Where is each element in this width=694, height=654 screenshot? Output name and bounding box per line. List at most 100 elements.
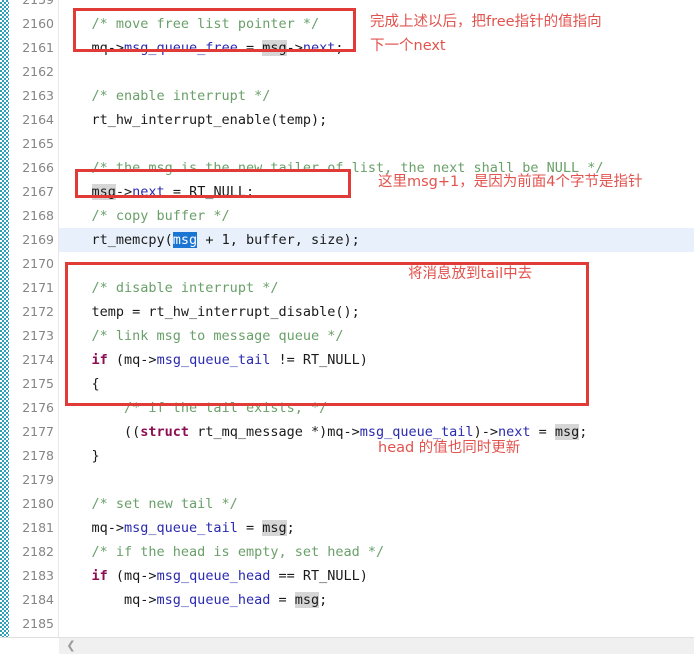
code-token: ((: [124, 424, 141, 440]
code-line[interactable]: if (mq->msg_queue_tail != RT_NULL): [59, 348, 694, 372]
line-number: 2182: [22, 544, 54, 559]
code-token: mq->: [124, 592, 157, 608]
code-line[interactable]: mq->msg_queue_tail = msg;: [59, 516, 694, 540]
line-number: 2159: [22, 0, 54, 12]
line-number: 2175: [22, 376, 54, 391]
line-number: 2171: [22, 280, 54, 295]
code-token: {: [91, 376, 100, 392]
line-number: 2165: [22, 136, 54, 151]
code-line[interactable]: /* link msg to message queue */: [59, 324, 694, 348]
line-number: 2173: [22, 328, 54, 343]
code-token: next: [302, 40, 336, 56]
code-line[interactable]: /* disable interrupt */: [59, 276, 694, 300]
line-number: 2169: [22, 232, 54, 247]
line-number: 2161: [22, 40, 54, 55]
code-token: msg_queue_head: [156, 568, 271, 584]
code-token: msg: [554, 424, 580, 440]
code-token: =: [270, 592, 295, 608]
code-line[interactable]: /* copy buffer */: [59, 204, 694, 228]
code-line[interactable]: [59, 612, 694, 636]
code-line[interactable]: if (mq->msg_queue_head == RT_NULL): [59, 564, 694, 588]
code-line[interactable]: temp = rt_hw_interrupt_disable();: [59, 300, 694, 324]
code-token: + 1, buffer, size);: [197, 232, 360, 248]
line-number: 2170: [22, 256, 54, 271]
code-line[interactable]: rt_memcpy(msg + 1, buffer, size);: [59, 228, 694, 252]
code-token: mq->: [91, 40, 125, 56]
code-line[interactable]: }: [59, 444, 694, 468]
code-token: ;: [579, 424, 588, 440]
anno-free-pointer-2: 下一个next: [370, 38, 446, 54]
line-number: 2184: [22, 592, 54, 607]
line-number: 2172: [22, 304, 54, 319]
code-token: =: [237, 520, 263, 536]
code-line[interactable]: [59, 468, 694, 492]
code-token: msg: [262, 40, 287, 56]
code-token: msg_queue_free: [124, 40, 238, 56]
code-line[interactable]: [59, 132, 694, 156]
code-line[interactable]: ((struct rt_mq_message *)mq->msg_queue_t…: [59, 420, 694, 444]
code-token: msg_queue_head: [156, 592, 271, 608]
line-number: 2163: [22, 88, 54, 103]
code-line[interactable]: /* set new tail */: [59, 492, 694, 516]
code-line[interactable]: rt_hw_interrupt_enable(temp);: [59, 108, 694, 132]
code-line[interactable]: /* if the tail exists, */: [59, 396, 694, 420]
code-text-area[interactable]: /* move free list pointer */ mq->msg_que…: [59, 0, 694, 638]
code-editor-window: 2159 2160 2161 2162 2163 2164 2165 2166 2167 2168…: [0, 0, 694, 654]
code-line[interactable]: mq->msg_queue_head = msg;: [59, 588, 694, 612]
code-token: ->: [286, 40, 303, 56]
code-token: = RT_NULL;: [164, 184, 255, 200]
horizontal-scrollbar[interactable]: ❮: [0, 637, 694, 654]
code-token: struct: [140, 424, 190, 440]
code-token: mq->: [91, 520, 125, 536]
code-token: ;: [319, 592, 328, 608]
anno-msg-plus-one: 这里msg+1，是因为前面4个字节是指针: [378, 174, 643, 190]
code-token: (mq->: [107, 568, 157, 584]
line-number: 2162: [22, 64, 54, 79]
line-number: 2168: [22, 208, 54, 223]
anno-put-into-tail: 将消息放到tail中去: [408, 266, 533, 282]
code-token: ;: [335, 40, 344, 56]
code-line[interactable]: /* enable interrupt */: [59, 84, 694, 108]
code-line[interactable]: [59, 60, 694, 84]
line-number: 2180: [22, 496, 54, 511]
code-line[interactable]: {: [59, 372, 694, 396]
code-token: }: [91, 448, 100, 464]
code-token: msg_queue_tail: [124, 520, 238, 536]
code-token: /* enable interrupt */: [91, 88, 271, 104]
code-token: msg: [262, 520, 287, 536]
line-number: 2177: [22, 424, 54, 439]
code-token: if: [91, 568, 108, 584]
code-token: =: [530, 424, 555, 440]
code-token: msg: [91, 184, 116, 200]
code-line[interactable]: /* if the head is empty, set head */: [59, 540, 694, 564]
code-line[interactable]: [59, 252, 694, 276]
code-token: next: [132, 184, 165, 200]
code-token: (mq->: [107, 352, 157, 368]
line-number: 2164: [22, 112, 54, 127]
code-token: ->: [115, 184, 133, 200]
code-token: msg_queue_tail: [156, 352, 271, 368]
line-number: 2174: [22, 352, 54, 367]
line-number: 2183: [22, 568, 54, 583]
line-number: 2179: [22, 472, 54, 487]
code-token: msg: [172, 232, 198, 248]
chevron-left-icon[interactable]: ❮: [63, 638, 79, 654]
code-token: /* if the tail exists, */: [124, 400, 328, 416]
change-marker-bar: [0, 0, 9, 638]
code-token: /* set new tail */: [91, 496, 238, 512]
